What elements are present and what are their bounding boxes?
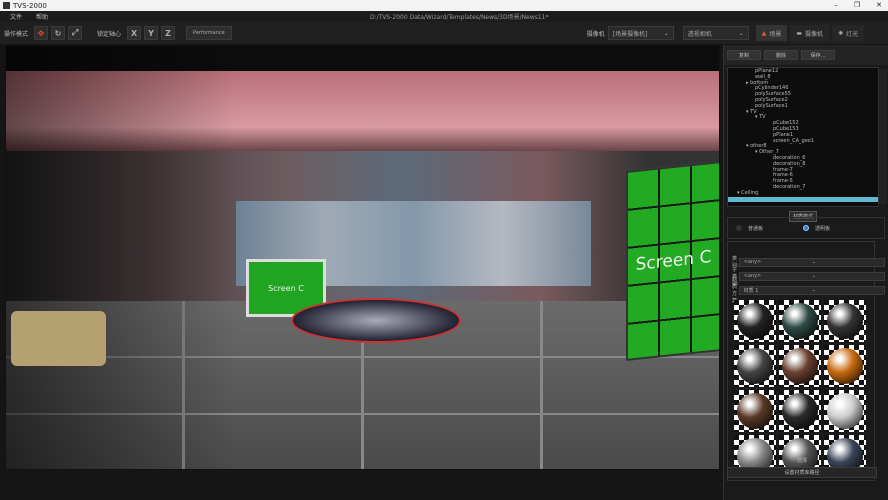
material-library: 类别:<any>⌄ 子类别:<any>⌄ 材质方案:材质 1⌄ bbox=[727, 241, 885, 481]
material-footer: 选择 设置材质库路径 bbox=[727, 457, 877, 478]
scene-tree[interactable]: pPlane12 wall_8 ▸ bottom pCylinder146 polySu… bbox=[727, 67, 879, 207]
material-sphere-icon bbox=[782, 393, 818, 429]
scheme-select[interactable]: 材质 1 ⌄ bbox=[738, 285, 885, 295]
radio-dot bbox=[803, 225, 810, 231]
3d-viewport[interactable]: Screen C Screen C bbox=[5, 45, 720, 470]
scene-panel: 复制 删除 保存... pPlane12 wall_8 ▸ bottom pCylin… bbox=[723, 45, 888, 500]
video-wall-screen[interactable]: Screen C bbox=[626, 161, 719, 361]
scheme-value: 材质 1 bbox=[743, 287, 759, 294]
anchor-desk[interactable] bbox=[291, 298, 461, 343]
rotate-tool-button[interactable]: ↻ bbox=[51, 26, 66, 40]
title-bar: TVS-2000 – ❐ ✕ bbox=[0, 0, 888, 11]
category-value: <any> bbox=[743, 259, 762, 265]
sofa[interactable] bbox=[11, 311, 106, 366]
performance-label: Performance bbox=[193, 30, 225, 36]
toolbar: 操作模式 ✥ ↻ ⤢ 锁定轴心 X Y Z Performance 摄像机 [场… bbox=[0, 22, 888, 44]
material-swatch[interactable] bbox=[824, 300, 866, 342]
menu-bar: 文件 帮助 D:/TVS-2000 Data/Wizard/Templates/… bbox=[0, 11, 888, 22]
menu-file[interactable]: 文件 bbox=[10, 12, 22, 21]
material-swatch[interactable] bbox=[779, 300, 821, 342]
category-select[interactable]: <any> ⌄ bbox=[738, 257, 885, 267]
axis-z-button[interactable]: Z bbox=[161, 26, 176, 40]
select-label: 选择 bbox=[796, 458, 807, 464]
tab-light-label: 灯光 bbox=[846, 30, 859, 38]
radio-normal[interactable]: 普通板 bbox=[736, 225, 763, 232]
material-sphere-icon bbox=[827, 393, 863, 429]
chevron-down-icon: ⌄ bbox=[811, 287, 816, 293]
material-sphere-icon bbox=[782, 303, 818, 339]
close-button[interactable]: ✕ bbox=[876, 1, 882, 9]
subcategory-row: 子类别: <any> ⌄ bbox=[732, 267, 885, 287]
material-swatch[interactable] bbox=[779, 345, 821, 387]
save-button[interactable]: 保存... bbox=[801, 50, 835, 60]
window-title: TVS-2000 bbox=[13, 1, 47, 10]
tree-node-selected[interactable] bbox=[728, 196, 878, 203]
radio-normal-label: 普通板 bbox=[748, 225, 764, 232]
axis-y-button[interactable]: Y bbox=[144, 26, 159, 40]
material-swatch[interactable] bbox=[734, 345, 776, 387]
scheme-row: 材质方案:材质 1⌄ bbox=[732, 277, 885, 304]
video-wall-label: Screen C bbox=[635, 247, 712, 275]
performance-button[interactable]: Performance bbox=[186, 26, 232, 40]
scene-actions: 复制 删除 保存... bbox=[724, 45, 888, 65]
camera-value: [场景摄像机] bbox=[612, 30, 648, 38]
left-wall-shadow bbox=[6, 46, 236, 469]
file-path: D:/TVS-2000 Data/Wizard/Templates/News/3… bbox=[370, 14, 549, 21]
chevron-down-icon: ⌄ bbox=[738, 29, 744, 37]
app-logo-icon bbox=[3, 2, 10, 9]
scene-icon: ▲ bbox=[761, 29, 767, 37]
camera-select[interactable]: [场景摄像机] ⌄ bbox=[607, 26, 674, 40]
tab-scene-label: 场景 bbox=[769, 30, 782, 38]
material-sphere-icon bbox=[737, 303, 773, 339]
set-library-path-button[interactable]: 设置材质库路径 bbox=[727, 467, 877, 478]
chevron-down-icon: ⌄ bbox=[811, 259, 816, 265]
subcategory-value: <any> bbox=[743, 273, 762, 279]
tab-light[interactable]: ✺ 灯光 bbox=[832, 25, 865, 41]
material-grid bbox=[734, 300, 868, 477]
view-select[interactable]: 透视相机 ⌄ bbox=[682, 26, 749, 40]
mode-label: 操作模式 bbox=[4, 30, 29, 38]
material-sphere-icon bbox=[782, 348, 818, 384]
category-row: 类别: <any> ⌄ bbox=[732, 256, 885, 269]
restore-button[interactable]: ❐ bbox=[854, 1, 860, 9]
view-value: 透视相机 bbox=[687, 30, 712, 38]
chevron-down-icon: ⌄ bbox=[663, 29, 669, 37]
minimize-button[interactable]: – bbox=[834, 1, 838, 9]
move-tool-button[interactable]: ✥ bbox=[34, 26, 49, 40]
material-swatch[interactable] bbox=[779, 390, 821, 432]
axis-x-button[interactable]: X bbox=[127, 26, 142, 40]
tree-scrollbar[interactable] bbox=[879, 69, 887, 204]
material-swatch[interactable] bbox=[734, 390, 776, 432]
menu-help[interactable]: 帮助 bbox=[36, 12, 48, 21]
radio-transparent[interactable]: 透明板 bbox=[803, 225, 830, 232]
material-swatch[interactable] bbox=[824, 345, 866, 387]
radio-dot bbox=[736, 225, 742, 231]
scale-tool-button[interactable]: ⤢ bbox=[68, 26, 83, 40]
material-sphere-icon bbox=[737, 393, 773, 429]
tab-camera[interactable]: ▬ 摄像机 bbox=[790, 25, 830, 41]
material-mode-group: 普通板 透明板 bbox=[727, 217, 885, 239]
material-swatch[interactable] bbox=[824, 390, 866, 432]
material-sphere-icon bbox=[827, 303, 863, 339]
camera-label: 摄像机 bbox=[586, 30, 605, 38]
lock-axis-label: 锁定轴心 bbox=[97, 30, 122, 38]
material-sphere-icon bbox=[737, 348, 773, 384]
material-swatch[interactable] bbox=[734, 300, 776, 342]
tab-camera-label: 摄像机 bbox=[805, 30, 824, 38]
tab-scene[interactable]: ▲ 场景 bbox=[755, 25, 788, 41]
light-icon: ✺ bbox=[838, 29, 844, 37]
camera-icon: ▬ bbox=[796, 29, 803, 37]
material-sphere-icon bbox=[827, 348, 863, 384]
radio-transparent-label: 透明板 bbox=[815, 225, 831, 232]
monitor-label: Screen C bbox=[268, 283, 304, 293]
delete-button[interactable]: 删除 bbox=[764, 50, 798, 60]
copy-button[interactable]: 复制 bbox=[727, 50, 761, 60]
chevron-down-icon: ⌄ bbox=[811, 273, 816, 279]
subcategory-select[interactable]: <any> ⌄ bbox=[738, 271, 885, 281]
